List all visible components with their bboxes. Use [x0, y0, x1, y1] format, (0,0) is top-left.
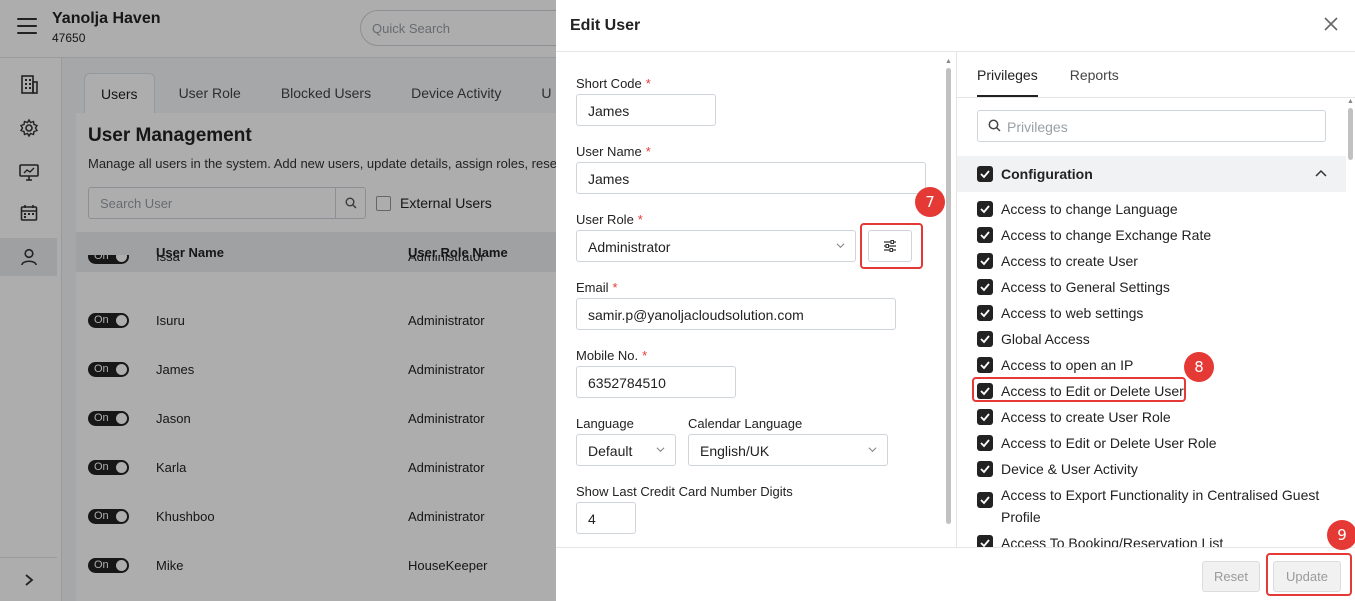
- annotation-badge-9: 9: [1327, 520, 1355, 550]
- short-code-label: Short Code *: [576, 76, 651, 91]
- highlight-box-7: [860, 223, 923, 269]
- privilege-item-label: Global Access: [1001, 331, 1090, 347]
- email-field[interactable]: samir.p@yanoljacloudsolution.com: [576, 298, 896, 330]
- reset-button[interactable]: Reset: [1202, 561, 1260, 592]
- privileges-search-input[interactable]: Privileges: [977, 110, 1326, 142]
- chevron-down-icon: [868, 447, 877, 453]
- checkbox-checked-icon[interactable]: [977, 201, 993, 217]
- mobile-label: Mobile No. *: [576, 348, 648, 363]
- edit-user-drawer: Edit User Short Code * James User Name * J…: [556, 0, 1355, 601]
- checkbox-checked-icon[interactable]: [977, 461, 993, 477]
- privileges-scrollbar[interactable]: ▲: [1347, 98, 1354, 547]
- language-select[interactable]: Default: [576, 434, 676, 466]
- search-icon: [988, 119, 1001, 132]
- chevron-down-icon: [656, 447, 665, 453]
- privilege-item-label: Access to create User Role: [1001, 409, 1171, 425]
- divider: [556, 547, 1355, 548]
- checkbox-checked-icon[interactable]: [977, 279, 993, 295]
- close-icon[interactable]: [1322, 15, 1340, 33]
- user-name-label: User Name *: [576, 144, 651, 159]
- short-code-field[interactable]: James: [576, 94, 716, 126]
- email-label: Email *: [576, 280, 618, 295]
- privileges-search-placeholder: Privileges: [1007, 119, 1068, 135]
- privilege-item-label: Access to General Settings: [1001, 279, 1170, 295]
- privilege-item-label: Access to change Language: [1001, 201, 1178, 217]
- language-value: Default: [588, 443, 633, 459]
- user-role-label: User Role *: [576, 212, 643, 227]
- checkbox-checked-icon[interactable]: [977, 492, 993, 508]
- tab-reports[interactable]: Reports: [1070, 67, 1119, 97]
- calendar-language-label: Calendar Language: [688, 416, 803, 431]
- tab-privileges[interactable]: Privileges: [977, 67, 1038, 97]
- user-name-field[interactable]: James: [576, 162, 926, 194]
- privilege-item-label: Access To Booking/Reservation List: [1001, 535, 1224, 547]
- checkbox-checked-icon[interactable]: [977, 227, 993, 243]
- checkbox-checked-icon[interactable]: [977, 435, 993, 451]
- checkbox-checked-icon[interactable]: [977, 357, 993, 373]
- calendar-language-value: English/UK: [700, 443, 770, 459]
- privilege-group-title: Configuration: [1001, 166, 1093, 182]
- checkbox-checked-icon[interactable]: [977, 331, 993, 347]
- chevron-down-icon: [836, 243, 845, 249]
- cc-digits-field[interactable]: 4: [576, 502, 636, 534]
- privilege-item-label: Access to Edit or Delete User Role: [1001, 435, 1217, 451]
- highlight-box-9: [1266, 553, 1352, 596]
- privilege-item-label: Device & User Activity: [1001, 461, 1138, 477]
- privileges-tabs: Privileges Reports: [977, 67, 1151, 97]
- privilege-item-label: Access to web settings: [1001, 305, 1144, 321]
- user-role-value: Administrator: [588, 239, 671, 255]
- highlight-box-8: [972, 377, 1186, 402]
- checkbox-checked-icon[interactable]: [977, 253, 993, 269]
- privilege-item-label: Access to Export Functionality in Centra…: [1001, 487, 1320, 525]
- annotation-badge-7: 7: [915, 187, 945, 217]
- privilege-item-label: Access to change Exchange Rate: [1001, 227, 1212, 243]
- privilege-item-label: Access to create User: [1001, 253, 1138, 269]
- privilege-item-label: Access to open an IP: [1001, 357, 1134, 373]
- divider: [957, 97, 1355, 98]
- checkbox-checked-icon[interactable]: [977, 166, 993, 182]
- checkbox-checked-icon[interactable]: [977, 409, 993, 425]
- user-form: Short Code * James User Name * James User …: [556, 52, 956, 547]
- user-role-select[interactable]: Administrator: [576, 230, 856, 262]
- privilege-group-header[interactable]: Configuration: [957, 156, 1346, 192]
- calendar-language-select[interactable]: English/UK: [688, 434, 888, 466]
- cc-digits-label: Show Last Credit Card Number Digits: [576, 484, 793, 499]
- form-scrollbar[interactable]: ▲ ▼: [945, 58, 952, 547]
- annotation-badge-8: 8: [1184, 352, 1214, 382]
- checkbox-checked-icon[interactable]: [977, 305, 993, 321]
- language-label: Language: [576, 416, 634, 431]
- drawer-title: Edit User: [570, 17, 641, 34]
- mobile-field[interactable]: 6352784510: [576, 366, 736, 398]
- modal-backdrop[interactable]: [0, 0, 556, 601]
- checkbox-checked-icon[interactable]: [977, 535, 993, 547]
- chevron-up-icon: [1315, 169, 1327, 177]
- privileges-panel: Privileges Reports Privileges Configurat…: [957, 52, 1355, 547]
